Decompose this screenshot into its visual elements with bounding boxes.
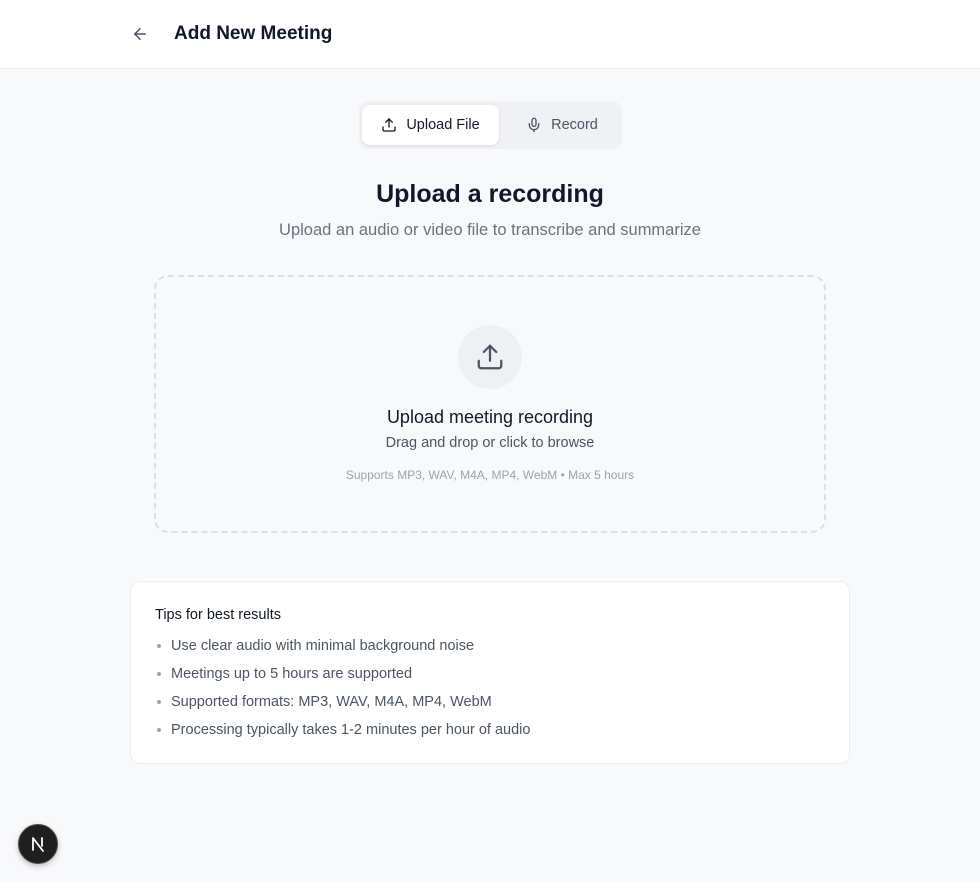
tips-title: Tips for best results <box>155 607 281 623</box>
dropzone-icon-circle <box>458 325 522 389</box>
upload-icon <box>477 344 503 370</box>
mode-switcher: Upload File Record <box>359 101 622 149</box>
nextjs-dev-button[interactable] <box>18 824 58 864</box>
tab-upload-file-label: Upload File <box>406 117 480 133</box>
nextjs-logo-icon <box>32 837 44 852</box>
arrow-left-icon <box>134 28 146 40</box>
list-item: Use clear audio with minimal background … <box>155 634 530 662</box>
page-title: Add New Meeting <box>174 23 333 44</box>
tab-upload-file[interactable]: Upload File <box>362 105 499 145</box>
tab-record[interactable]: Record <box>507 105 617 145</box>
dropzone-title: Upload meeting recording <box>386 407 594 427</box>
bullet-icon <box>157 672 161 676</box>
tip-text: Use clear audio with minimal background … <box>171 638 475 654</box>
list-item: Meetings up to 5 hours are supported <box>155 662 530 690</box>
section-subheading: Upload an audio or video file to transcr… <box>279 221 701 239</box>
microphone-icon <box>528 117 540 133</box>
tip-text: Processing typically takes 1-2 minutes p… <box>171 722 531 738</box>
dropzone-format-note: Supports MP3, WAV, M4A, MP4, WebM • Max … <box>345 468 635 482</box>
tab-record-label: Record <box>551 117 598 133</box>
tip-text: Meetings up to 5 hours are supported <box>171 666 413 682</box>
tips-card: Tips for best results Use clear audio wi… <box>130 581 850 764</box>
dropzone-subtitle: Drag and drop or click to browse <box>385 435 595 451</box>
upload-icon <box>382 118 396 132</box>
list-item: Supported formats: MP3, WAV, M4A, MP4, W… <box>155 690 530 718</box>
section-heading: Upload a recording <box>376 180 604 208</box>
file-dropzone[interactable]: Upload meeting recording Drag and drop o… <box>154 275 826 533</box>
bullet-icon <box>157 700 161 704</box>
list-item: Processing typically takes 1-2 minutes p… <box>155 718 530 746</box>
tip-text: Supported formats: MP3, WAV, M4A, MP4, W… <box>171 694 492 710</box>
top-bar: Add New Meeting <box>0 0 980 69</box>
back-button[interactable] <box>126 20 154 48</box>
bullet-icon <box>157 728 161 732</box>
tips-list: Use clear audio with minimal background … <box>155 634 530 746</box>
bullet-icon <box>157 644 161 648</box>
